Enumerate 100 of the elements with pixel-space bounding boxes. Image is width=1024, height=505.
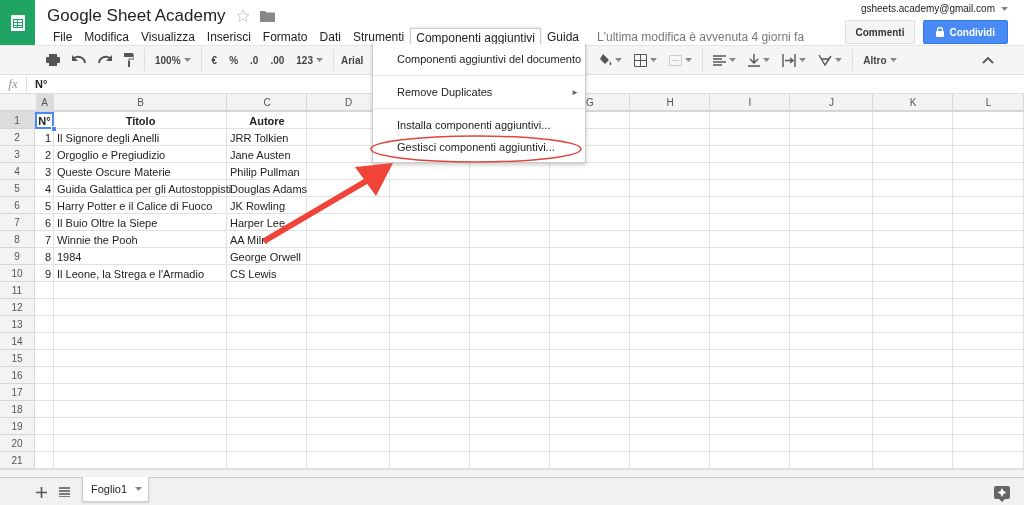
row-header[interactable]: 13	[0, 316, 35, 333]
last-edit-text[interactable]: L'ultima modifica è avvenuta 4 giorni fa	[597, 30, 805, 44]
row-header[interactable]: 2	[0, 129, 35, 146]
row-header[interactable]: 5	[0, 180, 35, 197]
percent-button[interactable]: %	[223, 48, 245, 72]
row-header[interactable]: 16	[0, 367, 35, 384]
row-header[interactable]: 7	[0, 214, 35, 231]
column-header[interactable]: I	[741, 94, 759, 111]
menu-option[interactable]: Gestisci componenti aggiuntivi...	[373, 136, 585, 158]
column-header[interactable]: A	[35, 94, 54, 111]
row-header[interactable]: 18	[0, 401, 35, 418]
menu-item[interactable]: Guida	[541, 27, 586, 47]
text-rotation-icon[interactable]	[818, 54, 833, 66]
increase-decimals-button[interactable]: .00	[264, 48, 291, 72]
row-header[interactable]: 1	[0, 112, 35, 129]
row-header[interactable]: 10	[0, 265, 35, 282]
text-wrap-icon[interactable]	[782, 53, 797, 67]
menu-item[interactable]: Inserisci	[200, 27, 257, 47]
paint-roller-icon[interactable]	[124, 53, 134, 67]
caret-icon[interactable]	[183, 58, 191, 62]
column-header[interactable]: D	[339, 94, 358, 111]
caret-icon[interactable]	[615, 58, 623, 62]
caret-icon[interactable]	[650, 58, 658, 62]
merge-cells-icon[interactable]	[669, 54, 683, 66]
row-header[interactable]: 21	[0, 452, 35, 469]
column-header[interactable]: C	[258, 94, 276, 111]
row-header[interactable]: 14	[0, 333, 35, 350]
formula-input[interactable]: N°	[35, 78, 48, 90]
table-cell-text: 1984	[56, 249, 83, 265]
decrease-decimals-button[interactable]: .0	[244, 48, 265, 72]
more-dropdown[interactable]: Altro	[857, 48, 903, 72]
formula-label: fx	[0, 76, 27, 92]
row-header[interactable]: 20	[0, 435, 35, 452]
row-header[interactable]: 11	[0, 282, 35, 299]
redo-icon[interactable]	[98, 55, 112, 65]
table-cell-text: George Orwell	[229, 249, 302, 265]
row-header[interactable]: 4	[0, 163, 35, 180]
borders-icon[interactable]	[634, 53, 648, 67]
undo-icon[interactable]	[72, 55, 86, 65]
row-header[interactable]: 17	[0, 384, 35, 401]
print-icon[interactable]	[46, 54, 60, 66]
menu-item[interactable]: File	[47, 27, 79, 47]
caret-icon[interactable]	[685, 58, 693, 62]
table-cell-text: Jane Austen	[229, 147, 292, 163]
table-cell-text: Harper Lee	[229, 215, 287, 231]
collapse-chevron-icon[interactable]	[982, 56, 994, 64]
row-header[interactable]: 19	[0, 418, 35, 435]
document-title[interactable]: Google Sheet Academy	[47, 5, 226, 26]
sheet-tab[interactable]: Foglio1	[82, 477, 150, 502]
add-sheet-icon[interactable]	[36, 487, 47, 498]
align-left-icon[interactable]	[713, 54, 727, 66]
comments-button[interactable]: Commenti	[844, 20, 916, 44]
menu-item[interactable]: Modifica	[78, 27, 136, 47]
column-header[interactable]: J	[822, 94, 841, 111]
caret-icon[interactable]	[799, 58, 807, 62]
table-cell-text: 5	[43, 198, 52, 214]
number-format-dropdown[interactable]: 123	[290, 48, 329, 72]
row-header[interactable]: 8	[0, 231, 35, 248]
table-cell-text: 7	[43, 232, 52, 248]
table-cell-text: Queste Oscure Materie	[56, 164, 172, 180]
menu-item[interactable]: Dati	[313, 27, 347, 47]
align-bottom-icon[interactable]	[748, 53, 761, 67]
submenu-option[interactable]: Remove Duplicates ►	[373, 81, 585, 103]
menu-item[interactable]: Visualizza	[135, 27, 201, 47]
sheet-list-icon[interactable]	[59, 487, 70, 497]
menu-option[interactable]: Componenti aggiuntivi del documento	[373, 48, 585, 70]
column-header[interactable]: L	[979, 94, 998, 111]
caret-icon[interactable]	[729, 58, 737, 62]
column-header[interactable]: B	[131, 94, 150, 111]
caret-icon[interactable]	[835, 58, 843, 62]
table-cell-text: Orgoglio e Pregiudizio	[56, 147, 167, 163]
paint-bucket-icon[interactable]	[598, 53, 613, 67]
explore-icon[interactable]	[994, 486, 1010, 502]
zoom-dropdown[interactable]: 100%	[149, 48, 197, 72]
table-cell-text: JRR Tolkien	[229, 130, 290, 146]
font-dropdown[interactable]: Arial	[338, 48, 367, 72]
row-header[interactable]: 15	[0, 350, 35, 367]
table-cell-text: CS Lewis	[229, 266, 278, 282]
caret-icon[interactable]	[135, 487, 143, 491]
row-header[interactable]: 9	[0, 248, 35, 265]
menu-item[interactable]: Formato	[256, 27, 314, 47]
table-cell-text: 4	[43, 181, 52, 197]
column-title-cell-text: Titolo	[124, 113, 157, 129]
menu-option[interactable]: Installa componenti aggiuntivi...	[373, 114, 585, 136]
caret-icon[interactable]	[763, 58, 771, 62]
menu-item[interactable]: Strumenti	[346, 27, 411, 47]
account-email[interactable]: gsheets.academy@gmail.com	[860, 3, 995, 14]
row-header[interactable]: 3	[0, 146, 35, 163]
sheets-logo-icon[interactable]	[0, 0, 35, 45]
row-header[interactable]: 12	[0, 299, 35, 316]
folder-icon[interactable]	[259, 9, 275, 22]
column-header[interactable]: H	[661, 94, 679, 111]
star-icon[interactable]	[235, 8, 250, 23]
caret-icon[interactable]	[889, 58, 897, 62]
table-cell-text: 9	[43, 266, 52, 282]
column-header[interactable]: K	[904, 94, 922, 111]
row-header[interactable]: 6	[0, 197, 35, 214]
currency-button[interactable]: €	[205, 48, 224, 72]
caret-icon[interactable]	[316, 58, 323, 62]
caret-icon[interactable]	[1001, 6, 1008, 11]
